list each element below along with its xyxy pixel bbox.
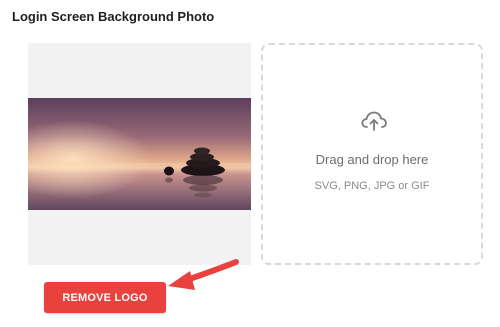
login-background-settings: Login Screen Background Photo Drag and d… (0, 0, 500, 327)
background-photo (28, 98, 251, 210)
cloud-upload-icon (360, 110, 388, 132)
upload-dropzone[interactable]: Drag and drop here SVG, PNG, JPG or GIF (261, 43, 483, 265)
dropzone-title: Drag and drop here (315, 152, 429, 167)
dropzone-formats: SVG, PNG, JPG or GIF (314, 180, 430, 192)
arrow-icon (166, 254, 246, 296)
remove-logo-button[interactable]: REMOVE LOGO (44, 282, 166, 313)
section-title: Login Screen Background Photo (12, 9, 215, 24)
current-photo-preview (28, 43, 251, 265)
